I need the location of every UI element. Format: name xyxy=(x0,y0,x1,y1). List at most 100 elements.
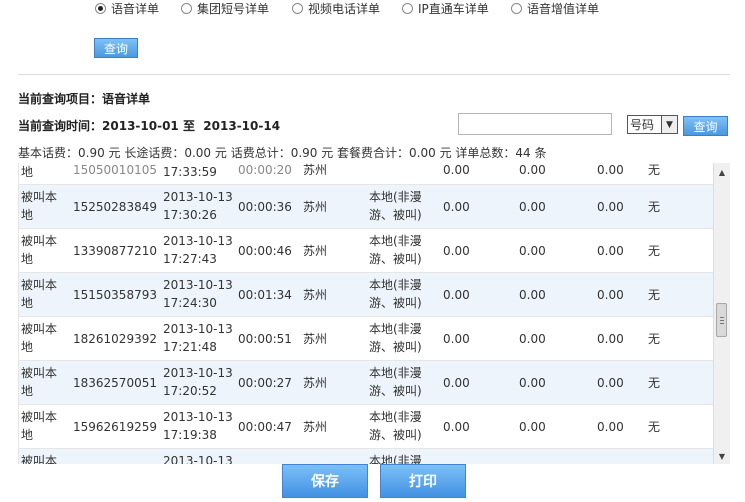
place-cell: 苏州 xyxy=(303,163,328,177)
call-type-cell: 被叫本地 xyxy=(21,364,57,400)
radio-label: IP直通车详单 xyxy=(418,2,489,16)
current-time-label: 当前查询时间： xyxy=(18,119,103,133)
scroll-up-icon[interactable]: ▲ xyxy=(714,165,730,179)
plan-cell: 无 xyxy=(648,288,661,302)
phone-number-cell: 18261029392 xyxy=(73,332,157,346)
grip-line xyxy=(720,323,724,324)
radio-ip-direct-detail[interactable]: IP直通车详单 xyxy=(402,0,489,17)
table-row: 地 15050010105 17:33:59 00:00:20 苏州 0.00 … xyxy=(19,163,714,185)
call-type-line2: 地 xyxy=(21,428,34,442)
fee-cell: 0.00 xyxy=(597,288,624,302)
roaming-line1: 本地(非漫 xyxy=(369,190,422,204)
call-date: 2013-10-13 xyxy=(163,410,233,424)
call-time: 17:30:26 xyxy=(163,208,217,222)
search-query-button[interactable]: 查询 xyxy=(683,116,728,136)
phone-number-cell: 18362570051 xyxy=(73,376,157,390)
duration-cell: 00:01:34 xyxy=(238,288,292,302)
chevron-down-icon[interactable]: ▼ xyxy=(661,116,677,133)
roaming-type-cell: 本地(非漫 游、被叫) xyxy=(369,320,422,356)
plan-cell: 无 xyxy=(648,200,661,214)
table-row: 被叫本地 15150358793 2013-10-13 17:24:30 00:0… xyxy=(19,273,714,317)
roaming-type-cell: 本地(非漫 游、被叫) xyxy=(369,276,422,312)
roaming-line2: 游、被叫) xyxy=(369,252,422,266)
roaming-line2: 游、被叫) xyxy=(369,428,422,442)
place-cell: 苏州 xyxy=(303,244,328,258)
search-type-select[interactable]: 号码 ▼ xyxy=(627,115,678,134)
current-time-line: 当前查询时间：2013-10-01 至 2013-10-14 xyxy=(18,117,280,134)
call-date: 2013-10-13 xyxy=(163,278,233,292)
search-input[interactable] xyxy=(458,113,612,135)
call-datetime-cell: 2013-10-13 17:21:48 xyxy=(163,320,233,356)
call-type-line2: 地 xyxy=(21,208,34,222)
radio-voice-detail[interactable]: 语音详单 xyxy=(95,0,159,17)
call-time: 17:21:48 xyxy=(163,340,217,354)
fee-cell: 0.00 xyxy=(443,200,470,214)
fee-cell: 0.00 xyxy=(443,288,470,302)
radio-circle[interactable] xyxy=(402,3,413,14)
table-row: 被叫本地 18362570051 2013-10-13 17:20:52 00:0… xyxy=(19,361,714,405)
call-type-line2: 地 xyxy=(21,296,34,310)
roaming-line2: 游、被叫) xyxy=(369,340,422,354)
fee-cell: 0.00 xyxy=(597,163,624,177)
roaming-line2: 游、被叫) xyxy=(369,384,422,398)
radio-label: 语音详单 xyxy=(111,2,160,16)
radio-label: 语音增值详单 xyxy=(527,2,600,16)
call-type-cell: 被叫本 xyxy=(21,454,58,464)
call-datetime-cell: 2013-10-13 17:19:38 xyxy=(163,408,233,444)
roaming-line1: 本地(非漫 xyxy=(369,410,422,424)
fee-cell: 0.00 xyxy=(519,200,546,214)
billing-summary: 基本话费：0.90 元 长途话费：0.00 元 话费总计：0.90 元 套餐费合… xyxy=(18,146,547,160)
current-item-line: 当前查询项目：语音详单 xyxy=(18,90,150,107)
call-time-cell: 17:33:59 xyxy=(163,165,217,179)
call-type-line1: 被叫本 xyxy=(21,322,58,336)
divider xyxy=(18,74,730,75)
phone-number-cell: 15962619259 xyxy=(73,420,157,434)
radio-circle[interactable] xyxy=(95,3,106,14)
call-type-cell: 被叫本地 xyxy=(21,408,57,444)
table-scrollbar[interactable]: ▲ ▼ xyxy=(713,163,730,464)
radio-label: 视频电话详单 xyxy=(308,2,381,16)
duration-cell: 00:00:46 xyxy=(238,244,292,258)
current-item-label: 当前查询项目： xyxy=(18,92,103,106)
scrollbar-thumb[interactable] xyxy=(716,303,727,337)
plan-cell: 无 xyxy=(648,244,661,258)
call-datetime-cell: 2013-10-13 17:30:26 xyxy=(163,188,233,224)
place-cell: 苏州 xyxy=(303,288,328,302)
call-date-cell: 2013-10-13 xyxy=(163,454,233,464)
duration-cell: 00:00:36 xyxy=(238,200,292,214)
duration-cell: 00:00:47 xyxy=(238,420,292,434)
table-row: 被叫本地 15962619259 2013-10-13 17:19:38 00:0… xyxy=(19,405,714,449)
radio-circle[interactable] xyxy=(292,3,303,14)
fee-cell: 0.00 xyxy=(519,376,546,390)
scroll-down-icon[interactable]: ▼ xyxy=(714,449,730,463)
radio-group-shortnum-detail[interactable]: 集团短号详单 xyxy=(181,0,269,17)
roaming-type-cell: 本地(非漫游、被叫) xyxy=(369,408,422,444)
radio-label: 集团短号详单 xyxy=(197,2,270,16)
table-row: 被叫本地 15250283849 2013-10-13 17:30:26 00:0… xyxy=(19,185,714,229)
fee-cell: 0.00 xyxy=(519,244,546,258)
radio-voice-valueadded-detail[interactable]: 语音增值详单 xyxy=(511,0,599,17)
fee-cell: 0.00 xyxy=(597,332,624,346)
fee-cell: 0.00 xyxy=(597,200,624,214)
fee-cell: 0.00 xyxy=(443,420,470,434)
call-date: 2013-10-13 xyxy=(163,234,233,248)
plan-cell: 无 xyxy=(648,376,661,390)
radio-video-call-detail[interactable]: 视频电话详单 xyxy=(292,0,380,17)
save-button[interactable]: 保存 xyxy=(282,464,368,498)
radio-circle[interactable] xyxy=(181,3,192,14)
detail-type-radio-group: 语音详单 集团短号详单 视频电话详单 IP直通车详单 语音增值详单 xyxy=(0,0,745,18)
place-cell: 苏州 xyxy=(303,200,328,214)
roaming-line1: 本地(非漫 xyxy=(369,366,422,380)
plan-cell: 无 xyxy=(648,332,661,346)
duration-cell: 00:00:51 xyxy=(238,332,292,346)
roaming-type-cell: 本地(非漫 游、被叫) xyxy=(369,232,422,268)
print-button[interactable]: 打印 xyxy=(380,464,466,498)
call-type-line1: 被叫本 xyxy=(21,278,58,292)
roaming-line2: 游、被叫) xyxy=(369,208,422,222)
radio-circle[interactable] xyxy=(511,3,522,14)
plan-cell: 无 xyxy=(648,163,661,177)
call-datetime-cell: 2013-10-13 17:27:43 xyxy=(163,232,233,268)
call-type-line2: 地 xyxy=(21,384,34,398)
call-date: 2013-10-13 xyxy=(163,366,233,380)
query-button[interactable]: 查询 xyxy=(94,38,138,58)
